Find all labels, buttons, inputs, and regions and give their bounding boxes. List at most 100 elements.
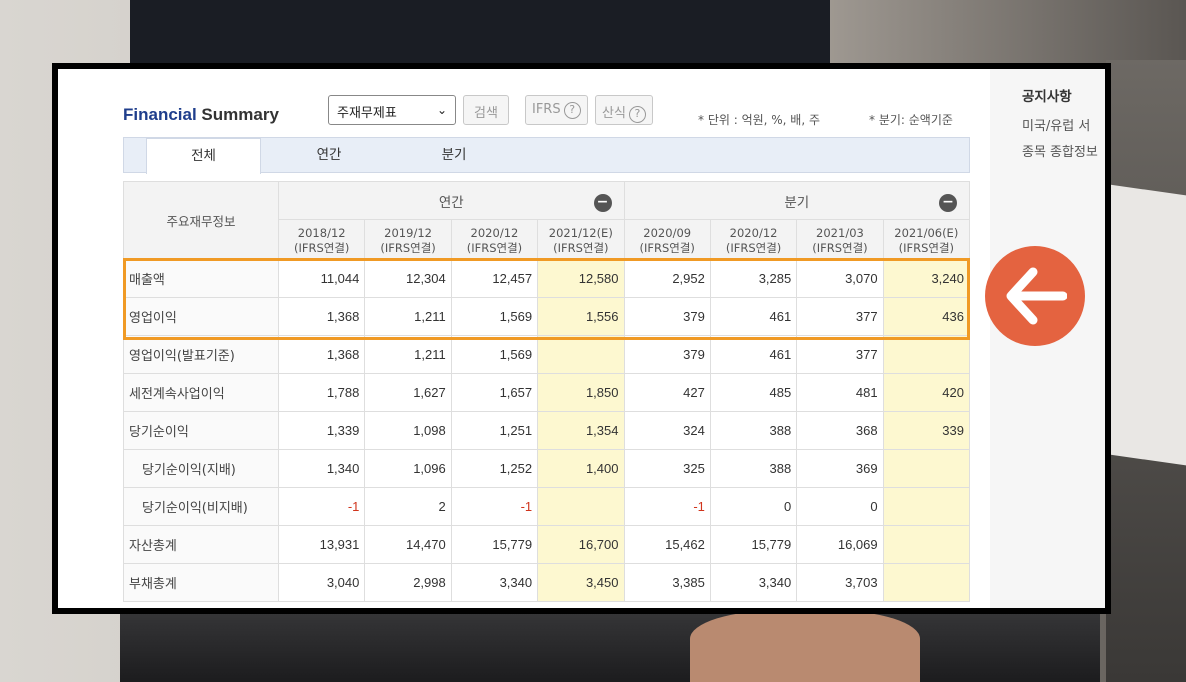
table-cell: 379 [623, 297, 711, 336]
table-cell [882, 563, 971, 602]
collapse-annual-button[interactable]: − [593, 194, 612, 212]
table-cell: 14,470 [364, 525, 452, 564]
table-cell: 461 [709, 335, 798, 374]
tab-quarter[interactable]: 분기 [399, 138, 509, 174]
row-label: 부채총계 [123, 563, 279, 602]
table-cell: 377 [796, 335, 884, 374]
table-cell: 324 [623, 411, 711, 450]
table-cell: 12,457 [450, 259, 539, 298]
table-cell: 15,462 [623, 525, 711, 564]
table-cell: 420 [882, 373, 971, 412]
table-cell: 2 [364, 487, 452, 526]
paper-sheet [1110, 184, 1186, 466]
question-icon: ? [628, 106, 646, 123]
annual-group-header: 연간 − [278, 181, 625, 220]
notice-heading: 공지사항 [1022, 89, 1072, 105]
table-cell: 3,703 [796, 563, 884, 602]
notice-item[interactable]: 미국/유럽 서 [1022, 115, 1090, 134]
table-cell: 485 [709, 373, 798, 412]
table-cell: 3,285 [709, 259, 798, 298]
table-row: 매출액 11,044 12,304 12,457 12,580 2,952 3,285 3,0… [123, 259, 971, 298]
statement-select[interactable]: 주재무제표 ⌄ [328, 95, 456, 125]
period-basis: (IFRS연결) [812, 240, 868, 255]
table-cell: -1 [623, 487, 711, 526]
table-cell: 436 [882, 297, 971, 336]
tab-annual[interactable]: 연간 [274, 138, 384, 174]
table-row: 당기순이익(비지배) -1 2 -1 -1 0 0 [123, 487, 971, 526]
period-basis: (IFRS연결) [725, 240, 782, 255]
table-cell: 1,657 [450, 373, 539, 412]
period-date: 2021/03 [816, 225, 864, 240]
ifrs-help-button[interactable]: IFRS? [525, 95, 588, 125]
table-cell: 1,400 [537, 449, 625, 488]
table-cell: 369 [796, 449, 884, 488]
table-cell: 1,556 [537, 297, 625, 336]
table-cell: 12,304 [364, 259, 452, 298]
search-button[interactable]: 검색 [463, 95, 509, 125]
formula-help-button[interactable]: 산식? [595, 95, 653, 125]
question-icon: ? [563, 102, 581, 119]
table-cell: 3,340 [709, 563, 798, 602]
table-cell [882, 335, 971, 374]
table-cell: 15,779 [450, 525, 539, 564]
period-header: 2021/12(E) (IFRS연결) [537, 219, 625, 260]
table-cell: 3,340 [450, 563, 539, 602]
table-cell: 388 [709, 411, 798, 450]
table-cell: 1,368 [277, 297, 366, 336]
table-cell: 1,252 [450, 449, 539, 488]
period-basis: (IFRS연결) [639, 240, 695, 255]
table-row: 자산총계 13,931 14,470 15,779 16,700 15,462 15,779… [123, 525, 971, 564]
period-header: 2020/12 (IFRS연결) [450, 219, 539, 260]
table-cell: 16,700 [537, 525, 625, 564]
notice-item[interactable]: 종목 종합정보 [1022, 141, 1098, 160]
period-header: 2020/12 (IFRS연결) [709, 219, 798, 260]
row-label: 영업이익 [123, 297, 279, 336]
table-cell: -1 [277, 487, 366, 526]
quarter-basis-note: * 분기: 순액기준 [869, 113, 953, 127]
period-date: 2021/06(E) [894, 225, 959, 240]
financial-table: 주요재무정보 연간 − 분기 − 2018/12 (IFRS연결) 2019/12(… [123, 181, 971, 602]
period-tabs: 전체 연간 분기 [123, 137, 970, 174]
table-row: 당기순이익(지배) 1,340 1,096 1,252 1,400 325 388 369 [123, 449, 971, 488]
table-cell: 481 [796, 373, 884, 412]
table-cell: 3,240 [882, 259, 971, 298]
table-cell: 3,385 [623, 563, 711, 602]
financial-summary-screen: Financial Summary 주재무제표 ⌄ 검색 IFRS? 산식? *… [58, 69, 1105, 608]
financial-summary-panel: Financial Summary 주재무제표 ⌄ 검색 IFRS? 산식? *… [123, 69, 971, 608]
table-cell [882, 525, 971, 564]
table-cell: 2,952 [623, 259, 711, 298]
table-row: 세전계속사업이익 1,788 1,627 1,657 1,850 427 485 481 420 [123, 373, 971, 412]
period-header: 2020/09 (IFRS연결) [623, 219, 711, 260]
table-cell: 1,211 [364, 297, 452, 336]
period-date: 2020/09 [643, 225, 692, 240]
laptop-screen [130, 0, 830, 70]
tab-all[interactable]: 전체 [146, 138, 261, 174]
table-cell: 1,339 [277, 411, 366, 450]
period-basis: (IFRS연결) [466, 240, 523, 255]
table-cell: 427 [623, 373, 711, 412]
period-date: 2021/12(E) [548, 225, 613, 240]
table-cell: 1,251 [450, 411, 539, 450]
table-cell: 12,580 [537, 259, 625, 298]
table-cell: 1,354 [537, 411, 625, 450]
period-basis: (IFRS연결) [553, 240, 609, 255]
row-label: 당기순이익(비지배) [123, 487, 279, 526]
table-row: 당기순이익 1,339 1,098 1,251 1,354 324 388 368 339 [123, 411, 971, 450]
table-cell: 3,040 [277, 563, 366, 602]
period-date: 2020/12 [729, 225, 778, 240]
period-date: 2020/12 [470, 225, 519, 240]
table-cell: 388 [709, 449, 798, 488]
table-cell: 325 [623, 449, 711, 488]
table-cell: 0 [796, 487, 884, 526]
collapse-quarter-button[interactable]: − [939, 194, 957, 212]
table-row: 영업이익(발표기준) 1,368 1,211 1,569 379 461 377 [123, 335, 971, 374]
table-cell: 1,096 [364, 449, 452, 488]
table-cell [882, 449, 971, 488]
table-cell: 1,850 [537, 373, 625, 412]
table-cell: 1,569 [450, 335, 539, 374]
row-label: 자산총계 [123, 525, 279, 564]
table-cell: 1,368 [277, 335, 366, 374]
period-date: 2019/12 [384, 225, 432, 240]
table-cell [537, 335, 625, 374]
page-title: Financial Summary [123, 105, 279, 124]
